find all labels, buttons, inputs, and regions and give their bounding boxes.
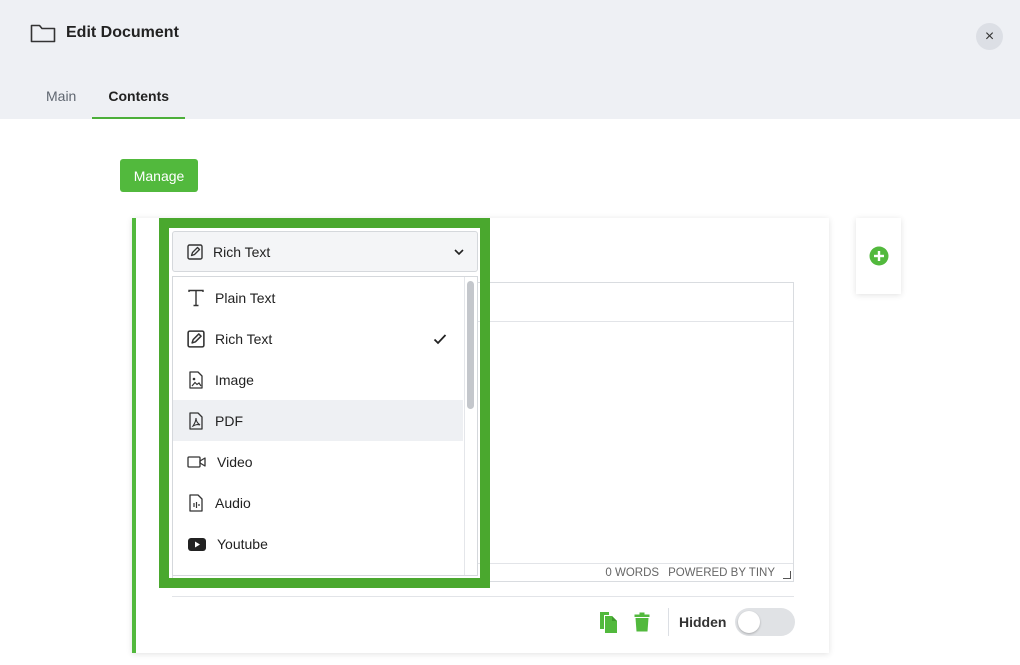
title-row: Edit Document bbox=[30, 22, 179, 44]
folder-icon bbox=[30, 22, 56, 44]
menu-item-plain-text[interactable]: Plain Text bbox=[173, 277, 463, 318]
tab-main[interactable]: Main bbox=[30, 80, 92, 119]
trash-icon bbox=[634, 612, 650, 632]
image-file-icon bbox=[187, 370, 205, 389]
toggle-knob bbox=[738, 611, 761, 633]
powered-by-link[interactable]: POWERED BY TINY bbox=[668, 567, 775, 579]
copy-icon bbox=[598, 610, 618, 634]
card-divider bbox=[172, 596, 794, 597]
menu-item-audio[interactable]: Audio bbox=[173, 482, 463, 523]
add-content-button[interactable] bbox=[856, 218, 901, 294]
edit-icon bbox=[187, 243, 203, 260]
hidden-toggle[interactable] bbox=[735, 608, 796, 636]
menu-scrollbar-thumb[interactable] bbox=[467, 281, 474, 409]
menu-item-youtube[interactable]: Youtube bbox=[173, 523, 463, 564]
plus-circle-icon bbox=[869, 246, 889, 266]
menu-item-video[interactable]: Video bbox=[173, 441, 463, 482]
tab-bar: Main Contents bbox=[30, 80, 186, 119]
menu-item-label: Plain Text bbox=[215, 289, 276, 306]
content-type-select[interactable]: Rich Text bbox=[172, 231, 478, 272]
menu-item-label: Audio bbox=[215, 494, 251, 511]
footer-separator bbox=[668, 608, 669, 636]
word-count: 0 WORDS bbox=[605, 566, 660, 579]
menu-item-label: Image bbox=[215, 371, 254, 388]
menu-item-rich-text[interactable]: Rich Text bbox=[173, 318, 463, 359]
header: Edit Document × Main Contents bbox=[0, 0, 1020, 119]
page-title: Edit Document bbox=[66, 24, 179, 41]
chevron-down-icon bbox=[453, 248, 465, 256]
delete-button[interactable] bbox=[630, 608, 654, 636]
text-icon bbox=[187, 289, 205, 307]
audio-file-icon bbox=[187, 493, 205, 512]
menu-item-image[interactable]: Image bbox=[173, 359, 463, 400]
close-button[interactable]: × bbox=[976, 23, 1003, 50]
hidden-label: Hidden bbox=[679, 614, 727, 630]
duplicate-button[interactable] bbox=[596, 608, 620, 636]
menu-item-label: Rich Text bbox=[215, 330, 273, 347]
menu-item-label: Youtube bbox=[217, 535, 268, 552]
selected-type-label: Rich Text bbox=[213, 243, 271, 260]
edit-icon bbox=[187, 329, 205, 348]
content-type-menu: Plain Text Rich Text Image PDF Video Aud… bbox=[172, 276, 478, 576]
menu-item-label: Video bbox=[217, 453, 253, 470]
video-camera-icon bbox=[187, 453, 207, 471]
card-footer-actions: Hidden bbox=[596, 608, 796, 636]
checkmark-icon bbox=[433, 333, 449, 345]
menu-item-label: PDF bbox=[215, 412, 243, 429]
close-icon: × bbox=[984, 27, 995, 45]
resize-handle-icon[interactable] bbox=[783, 571, 791, 579]
manage-button[interactable]: Manage bbox=[120, 159, 198, 192]
youtube-icon bbox=[187, 535, 207, 553]
menu-item-pdf[interactable]: PDF bbox=[173, 400, 463, 441]
pdf-file-icon bbox=[187, 411, 205, 430]
tab-contents[interactable]: Contents bbox=[92, 80, 186, 119]
